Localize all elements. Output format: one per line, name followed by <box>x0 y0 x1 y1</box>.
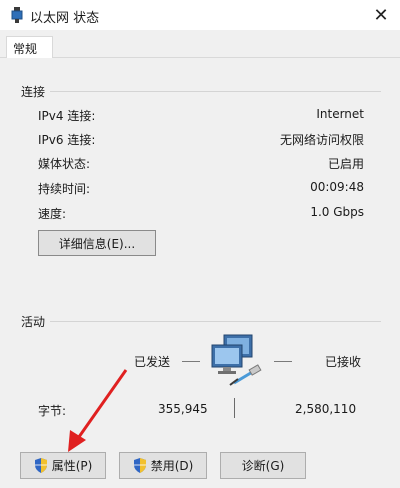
bytes-received-value: 2,580,110 <box>295 402 357 416</box>
media-state-value: 已启用 <box>327 157 364 171</box>
network-adapter-icon <box>11 7 23 23</box>
duration-label: 持续时间: <box>38 182 91 196</box>
annotation-arrow <box>68 369 128 452</box>
diagnose-button[interactable]: 诊断(G) <box>220 452 306 479</box>
activity-group-divider <box>50 321 381 322</box>
uac-shield-icon <box>34 458 47 473</box>
properties-button[interactable]: 属性(P) <box>20 452 106 479</box>
speed-value: 1.0 Gbps <box>310 205 364 219</box>
ipv4-label: IPv4 连接: <box>38 109 96 123</box>
tab-general[interactable]: 常规 <box>6 36 53 59</box>
speed-label: 速度: <box>38 207 67 221</box>
disable-button[interactable]: 禁用(D) <box>119 452 207 479</box>
connection-group-divider <box>50 91 381 92</box>
media-state-label: 媒体状态: <box>38 157 91 171</box>
ipv4-value: Internet <box>316 107 364 121</box>
uac-shield-icon <box>133 458 146 473</box>
window-title: 以太网 状态 <box>30 11 100 26</box>
ipv6-label: IPv6 连接: <box>38 133 96 147</box>
details-button[interactable]: 详细信息(E)... <box>38 230 156 256</box>
title-bar: 以太网 状态 ✕ <box>0 0 400 30</box>
disable-button-label: 禁用(D) <box>150 459 194 473</box>
diagnose-button-label: 诊断(G) <box>241 459 285 473</box>
bytes-sent-value: 355,945 <box>158 402 208 416</box>
connection-group-heading: 连接 <box>21 85 46 99</box>
sent-dash <box>182 361 200 362</box>
ipv6-value: 无网络访问权限 <box>279 133 364 147</box>
bytes-divider <box>234 398 235 418</box>
activity-group-heading: 活动 <box>21 315 46 329</box>
close-button[interactable]: ✕ <box>368 3 394 27</box>
received-label: 已接收 <box>325 355 362 369</box>
tab-strip: 常规 <box>0 30 400 59</box>
properties-button-label: 属性(P) <box>51 459 93 473</box>
close-icon: ✕ <box>373 4 389 26</box>
network-computers-icon <box>211 334 262 386</box>
received-dash <box>274 361 292 362</box>
duration-value: 00:09:48 <box>310 180 364 194</box>
